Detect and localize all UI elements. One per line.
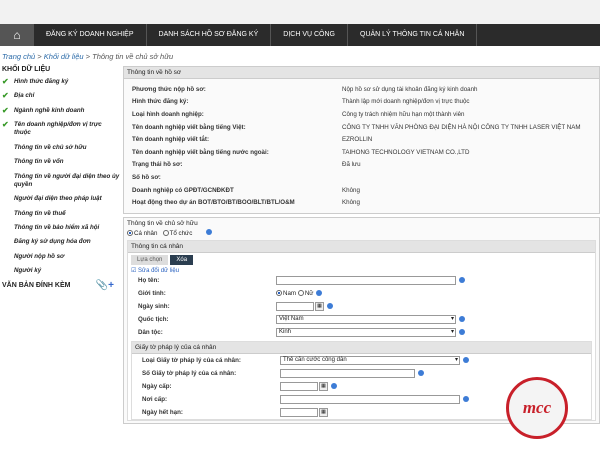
doc-number-row: Số Giấy tờ pháp lý của cá nhân: [132, 367, 591, 380]
edit-data-checkbox[interactable]: ☑ Sửa đổi dữ liệu [128, 267, 595, 274]
sidebar-item-authorized-rep[interactable]: Thông tin về người đại diện theo ủy quyề… [0, 170, 120, 193]
gender-row: Giới tính: Nam Nữ [128, 287, 595, 300]
doc-type-select[interactable]: Thẻ căn cước công dân [280, 355, 460, 365]
owner-title: Thông tin về chủ sở hữu [127, 219, 198, 227]
info-row: Tên doanh nghiệp viết bằng tiếng Việt: CÔ… [132, 123, 581, 131]
dob-input[interactable] [276, 301, 314, 311]
sidebar: KHỐI DỮ LIỆU Hình thức đăng ký Địa chỉ N… [0, 64, 120, 450]
breadcrumb: Trang chủ > Khối dữ liệu > Thông tin về … [2, 52, 174, 61]
help-icon[interactable] [459, 277, 465, 284]
info-row: Loại hình doanh nghiệp: Công ty trách nhi… [132, 110, 465, 118]
gender-male-radio[interactable] [276, 290, 282, 297]
gender-female-radio[interactable] [297, 290, 304, 297]
sidebar-item-registration-type[interactable]: Hình thức đăng ký [0, 75, 120, 89]
sidebar-item-insurance[interactable]: Thông tin về bảo hiểm xã hội [0, 221, 120, 235]
sidebar-item-invoice[interactable]: Đăng ký sử dụng hóa đơn [0, 235, 120, 249]
info-row: Doanh nghiệp có GPĐT/GCNĐKĐT Không [132, 186, 360, 194]
nav-public-services[interactable]: DỊCH VỤ CÔNG [271, 24, 348, 46]
nationality-select[interactable]: Việt Nam [276, 314, 456, 324]
info-row: Hình thức đăng ký: Thành lập mới doanh ng… [132, 98, 470, 106]
nav-personal-info[interactable]: QUẢN LÝ THÔNG TIN CÁ NHÂN [348, 24, 478, 46]
help-icon[interactable] [459, 316, 465, 323]
nationality-row: Quốc tịch: Việt Nam [128, 313, 595, 326]
sidebar-item-legal-rep[interactable]: Người đại diện theo pháp luật [0, 192, 120, 206]
ethnic-select[interactable]: Kinh [276, 327, 456, 337]
calendar-icon[interactable]: ▦ [315, 301, 324, 311]
help-icon[interactable] [206, 228, 213, 235]
info-row: Phương thức nộp hồ sơ: Nộp hồ sơ sử dụng … [132, 85, 478, 93]
sidebar-title: KHỐI DỮ LIỆU [2, 66, 51, 73]
expiry-input[interactable] [280, 407, 318, 417]
ethnic-row: Dân tộc: Kinh [128, 326, 595, 339]
help-icon[interactable] [463, 357, 469, 364]
dossier-info-title: Thông tin về hồ sơ [124, 67, 599, 79]
attach-add-icon[interactable]: 📎+ [96, 280, 114, 291]
sidebar-item-signer[interactable]: Người ký [0, 264, 120, 278]
delete-button[interactable]: Xóa [170, 254, 194, 265]
mcc-logo: mcc [506, 377, 568, 439]
sidebar-item-owner[interactable]: Thông tin về chủ sở hữu [0, 141, 120, 155]
breadcrumb-home[interactable]: Trang chủ [2, 52, 35, 61]
owner-type-group: Cá nhân Tổ chức [124, 228, 599, 237]
sidebar-item-business-lines[interactable]: Ngành nghề kinh doanh [0, 104, 120, 118]
attachments-header: VĂN BẢN ĐÍNH KÈM 📎+ [0, 278, 120, 293]
sidebar-item-submitter[interactable]: Người nộp hồ sơ [0, 250, 120, 264]
info-row: Tên doanh nghiệp viết tắt: EZROLLIN [132, 136, 373, 144]
nav-registration-list[interactable]: DANH SÁCH HỒ SƠ ĐĂNG KÝ [147, 24, 272, 46]
help-icon[interactable] [327, 303, 333, 310]
dossier-info-section: Thông tin về hồ sơ Phương thức nộp hồ sơ… [123, 66, 600, 214]
doc-number-input[interactable] [280, 368, 415, 378]
sidebar-item-address[interactable]: Địa chỉ [0, 89, 120, 103]
info-row: Hoạt động theo dự án BOT/BTO/BT/BOO/BLT/… [132, 199, 360, 207]
info-row: Tên doanh nghiệp viết bằng tiếng nước ng… [132, 148, 470, 156]
choose-button[interactable]: Lựa chọn [131, 254, 169, 265]
issue-place-input[interactable] [280, 394, 460, 404]
help-icon[interactable] [463, 396, 469, 403]
attachments-title: VĂN BẢN ĐÍNH KÈM [2, 282, 71, 290]
sidebar-item-capital[interactable]: Thông tin về vốn [0, 155, 120, 169]
breadcrumb-current: Thông tin về chủ sở hữu [92, 52, 174, 61]
sidebar-item-tax[interactable]: Thông tin về thuế [0, 207, 120, 221]
owner-type-personal-radio[interactable] [127, 230, 133, 237]
dob-row: Ngày sinh: ▦ [128, 300, 595, 313]
personal-info-title: Thông tin cá nhân [128, 240, 595, 253]
nav-business-registration[interactable]: ĐĂNG KÝ DOANH NGHIỆP [34, 24, 147, 46]
info-row: Số hồ sơ: [132, 173, 161, 181]
doc-type-row: Loại Giấy tờ pháp lý của cá nhân: Thẻ căn… [132, 354, 591, 367]
main-nav: ⌂ ĐĂNG KÝ DOANH NGHIỆP DANH SÁCH HỒ SƠ Đ… [0, 24, 600, 46]
help-icon[interactable] [459, 329, 465, 336]
info-row: Trạng thái hồ sơ: Đã lưu [132, 161, 361, 169]
breadcrumb-data[interactable]: Khối dữ liệu [44, 52, 84, 61]
home-icon[interactable]: ⌂ [0, 24, 34, 46]
name-row: Họ tên: [128, 274, 595, 287]
issue-date-input[interactable] [280, 381, 318, 391]
help-icon[interactable] [316, 290, 323, 297]
help-icon[interactable] [331, 383, 337, 390]
owner-type-org-radio[interactable] [162, 230, 169, 237]
calendar-icon[interactable]: ▦ [319, 381, 328, 391]
name-input[interactable] [276, 275, 456, 285]
help-icon[interactable] [418, 370, 424, 377]
sidebar-item-company-name[interactable]: Tên doanh nghiệp/đơn vị trực thuộc [0, 118, 120, 141]
legal-docs-title: Giấy tờ pháp lý của cá nhân [132, 341, 591, 354]
calendar-icon[interactable]: ▦ [319, 407, 328, 417]
